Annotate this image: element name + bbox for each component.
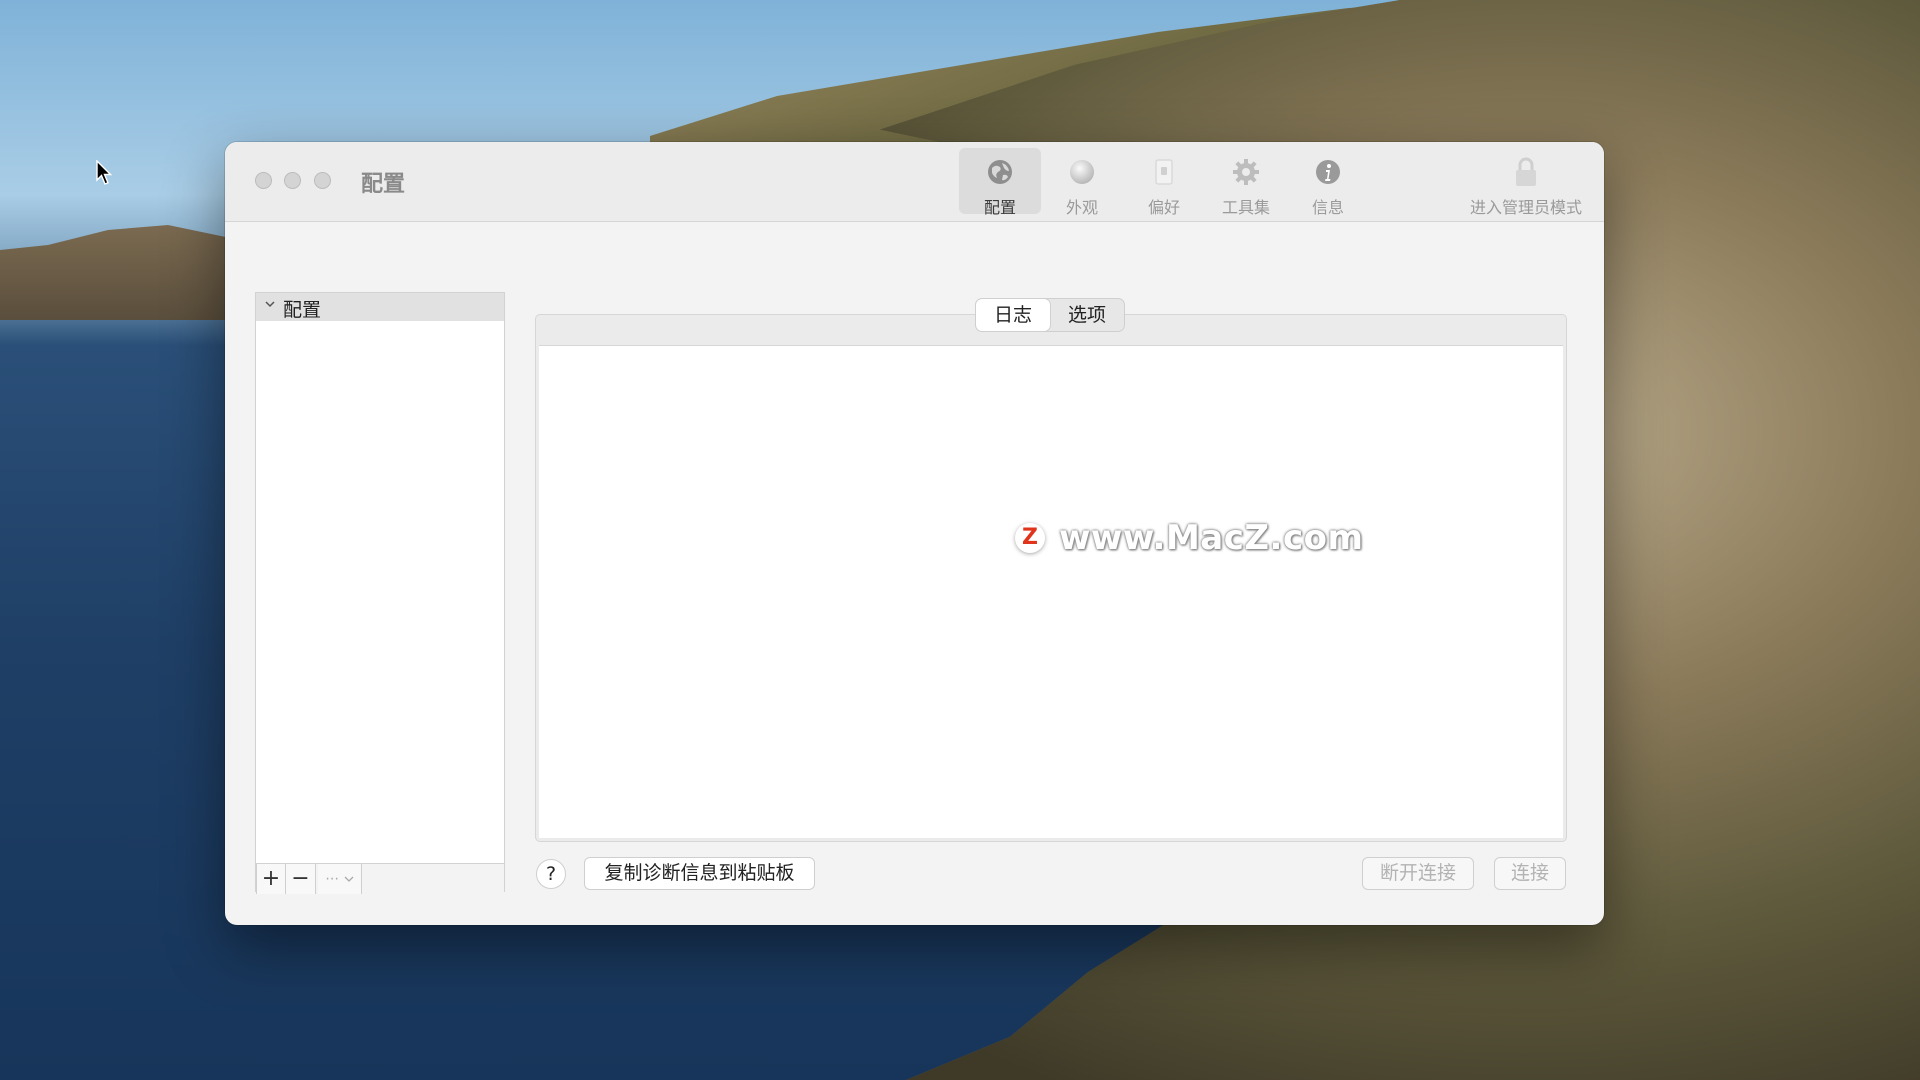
- chevron-down-icon: [344, 876, 354, 882]
- zoom-button[interactable]: [314, 172, 331, 189]
- sidebar-group-header[interactable]: 配置: [256, 293, 504, 321]
- sidebar-group-label: 配置: [283, 299, 322, 321]
- copy-diagnostics-button[interactable]: 复制诊断信息到粘贴板: [584, 857, 815, 890]
- watermark-text: www.MacZ.com: [1059, 518, 1364, 558]
- toolbar-label: 外观: [1065, 198, 1098, 217]
- add-button[interactable]: +: [256, 864, 286, 894]
- toolbar-label: 工具集: [1221, 198, 1270, 217]
- toolbar-item-config[interactable]: 配置: [959, 148, 1041, 217]
- ellipsis-icon: ⋯: [325, 871, 340, 887]
- mouse-cursor-icon: [96, 160, 112, 185]
- disconnect-button[interactable]: 断开连接: [1362, 857, 1474, 890]
- connect-button[interactable]: 连接: [1494, 857, 1566, 890]
- preferences-window: 配置 配置 外观 偏好 工具集 信息 进入管理员模式 配置 + − ⋯ 日志 选…: [225, 142, 1604, 925]
- sphere-icon: [1070, 160, 1094, 184]
- toolbar-item-tools[interactable]: 工具集: [1205, 148, 1287, 217]
- admin-mode-label[interactable]: 进入管理员模式: [1470, 194, 1582, 218]
- toolbar-item-preferences[interactable]: 偏好: [1123, 148, 1205, 217]
- tab-options[interactable]: 选项: [1050, 299, 1124, 331]
- log-panel: [535, 314, 1567, 842]
- toolbar-label: 配置: [983, 198, 1016, 217]
- remove-button[interactable]: −: [286, 864, 316, 894]
- toolbar-label: 信息: [1311, 198, 1344, 217]
- switch-icon: [1155, 159, 1173, 185]
- minimize-button[interactable]: [284, 172, 301, 189]
- sidebar-footer: + − ⋯: [256, 863, 504, 894]
- titlebar: 配置 配置 外观 偏好 工具集 信息 进入管理员模式: [225, 142, 1604, 222]
- more-actions-button[interactable]: ⋯: [318, 864, 362, 894]
- toolbar-item-info[interactable]: 信息: [1287, 148, 1369, 217]
- help-button[interactable]: ?: [536, 859, 566, 889]
- gear-icon: [1233, 159, 1259, 185]
- toolbar-item-appearance[interactable]: 外观: [1041, 148, 1123, 217]
- tab-segmented-control: 日志 选项: [975, 298, 1126, 332]
- watermark: Z www.MacZ.com: [1015, 518, 1363, 558]
- log-content-area[interactable]: [539, 345, 1563, 838]
- globe-icon: [988, 160, 1012, 184]
- tab-log[interactable]: 日志: [976, 299, 1051, 331]
- info-icon: [1316, 160, 1340, 184]
- config-sidebar[interactable]: 配置 + − ⋯: [255, 292, 505, 894]
- lock-icon[interactable]: [1512, 156, 1540, 188]
- distant-cliff: [0, 225, 240, 320]
- watermark-logo-icon: Z: [1015, 523, 1045, 553]
- chevron-down-icon[interactable]: [264, 298, 276, 310]
- window-title: 配置: [361, 172, 406, 197]
- close-button[interactable]: [255, 172, 272, 189]
- toolbar-label: 偏好: [1147, 198, 1180, 217]
